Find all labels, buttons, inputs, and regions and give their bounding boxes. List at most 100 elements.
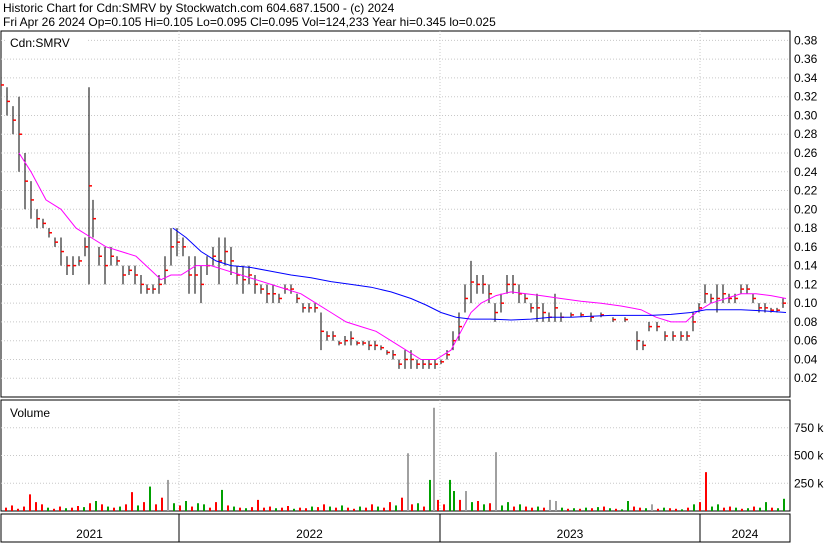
volume-bar (453, 491, 455, 511)
volume-bar (501, 505, 503, 511)
volume-bar (437, 499, 439, 511)
volume-bar (681, 509, 683, 511)
volume-bar (269, 506, 271, 511)
volume-bar (783, 498, 785, 511)
volume-bar (573, 508, 575, 511)
volume-bar (119, 506, 121, 511)
volume-bar (305, 508, 307, 511)
volume-bar (429, 479, 431, 511)
volume-bar (771, 507, 773, 511)
volume-bar (603, 506, 605, 511)
volume-bar (669, 508, 671, 511)
volume-bar (131, 492, 133, 511)
volume-bar (299, 507, 301, 511)
volume-bar (209, 507, 211, 511)
volume-bar (747, 508, 749, 511)
volume-bar (35, 502, 37, 511)
volume-bar (125, 504, 127, 511)
volume-bar (519, 504, 521, 511)
volume-y-tick-label: 250 k (794, 476, 824, 490)
volume-bar (5, 507, 7, 511)
volume-bar (417, 503, 419, 511)
volume-bar (777, 508, 779, 511)
volume-bar (465, 491, 467, 511)
price-y-axis: 0.38 0.36 0.34 0.32 0.30 0.28 0.26 0.24 0.22 0.20… (794, 33, 818, 385)
volume-bar (459, 499, 461, 511)
volume-bar (347, 507, 349, 511)
volume-bar (395, 505, 397, 511)
volume-bar (759, 507, 761, 511)
x-tick-label: 2021 (76, 527, 103, 541)
volume-bar (423, 506, 425, 511)
price-y-tick-label: 0.22 (794, 184, 818, 198)
volume-bar (221, 489, 223, 511)
volume-bar (443, 504, 445, 511)
volume-bar (735, 507, 737, 511)
price-y-tick-label: 0.34 (794, 71, 818, 85)
volume-bar (257, 499, 259, 511)
price-y-tick-label: 0.26 (794, 146, 818, 160)
volume-bar (433, 407, 435, 511)
volume-bar (71, 507, 73, 511)
volume-bar (365, 507, 367, 511)
volume-bar (449, 479, 451, 511)
volume-bar (11, 505, 13, 511)
price-y-tick-label: 0.18 (794, 221, 818, 235)
volume-y-tick-label: 750 k (794, 421, 824, 435)
price-y-tick-label: 0.20 (794, 202, 818, 216)
volume-bar (585, 507, 587, 511)
volume-bar (281, 507, 283, 511)
x-axis: 2021 2022 2023 2024 (0, 513, 791, 543)
volume-bar (495, 452, 497, 511)
volume-bar (65, 508, 67, 511)
volume-bar (645, 508, 647, 511)
stock-chart: 0.38 0.36 0.34 0.32 0.30 0.28 0.26 0.24 0.22 0.20… (0, 30, 824, 543)
price-y-tick-label: 0.24 (794, 165, 818, 179)
volume-bar (489, 503, 491, 511)
volume-bar (155, 504, 157, 511)
volume-bar (59, 506, 61, 511)
volume-panel-title: Volume (10, 406, 50, 420)
volume-bar (335, 507, 337, 511)
volume-bar (107, 506, 109, 511)
volume-bar (561, 507, 563, 511)
volume-bar (729, 506, 731, 511)
volume-bar (723, 507, 725, 511)
volume-bar (353, 508, 355, 511)
price-y-tick-label: 0.32 (794, 90, 818, 104)
volume-bar (633, 506, 635, 511)
price-y-tick-label: 0.10 (794, 296, 818, 310)
volume-bar (621, 509, 623, 511)
volume-bar (53, 508, 55, 511)
volume-y-tick-label: 500 k (794, 449, 824, 463)
volume-bar (657, 508, 659, 511)
price-y-tick-label: 0.36 (794, 52, 818, 66)
volume-bar (239, 507, 241, 511)
volume-bar (245, 508, 247, 511)
volume-bar (693, 504, 695, 511)
volume-bar (411, 504, 413, 511)
volume-panel: 750 k 500 k 250 k Volume (0, 399, 824, 512)
price-y-tick-label: 0.08 (794, 315, 818, 329)
price-panel: 0.38 0.36 0.34 0.32 0.30 0.28 0.26 0.24 0.22 0.20… (0, 30, 818, 398)
volume-bar (173, 503, 175, 511)
volume-bar (531, 507, 533, 511)
price-panel-title: Cdn:SMRV (10, 36, 70, 50)
volume-bar (627, 501, 629, 511)
volume-bar (687, 507, 689, 511)
volume-bar (555, 501, 557, 511)
volume-bar (251, 507, 253, 511)
volume-bar (161, 497, 163, 511)
volume-bar (377, 506, 379, 511)
volume-bar (651, 504, 653, 511)
volume-bar (407, 453, 409, 511)
volume-bar (23, 506, 25, 511)
volume-bar (477, 501, 479, 511)
volume-bar (203, 504, 205, 511)
volume-bar (753, 506, 755, 511)
volume-bar (525, 506, 527, 511)
volume-bar (293, 508, 295, 511)
price-y-tick-label: 0.38 (794, 33, 818, 47)
volume-bar (329, 506, 331, 511)
volume-bar (197, 503, 199, 511)
